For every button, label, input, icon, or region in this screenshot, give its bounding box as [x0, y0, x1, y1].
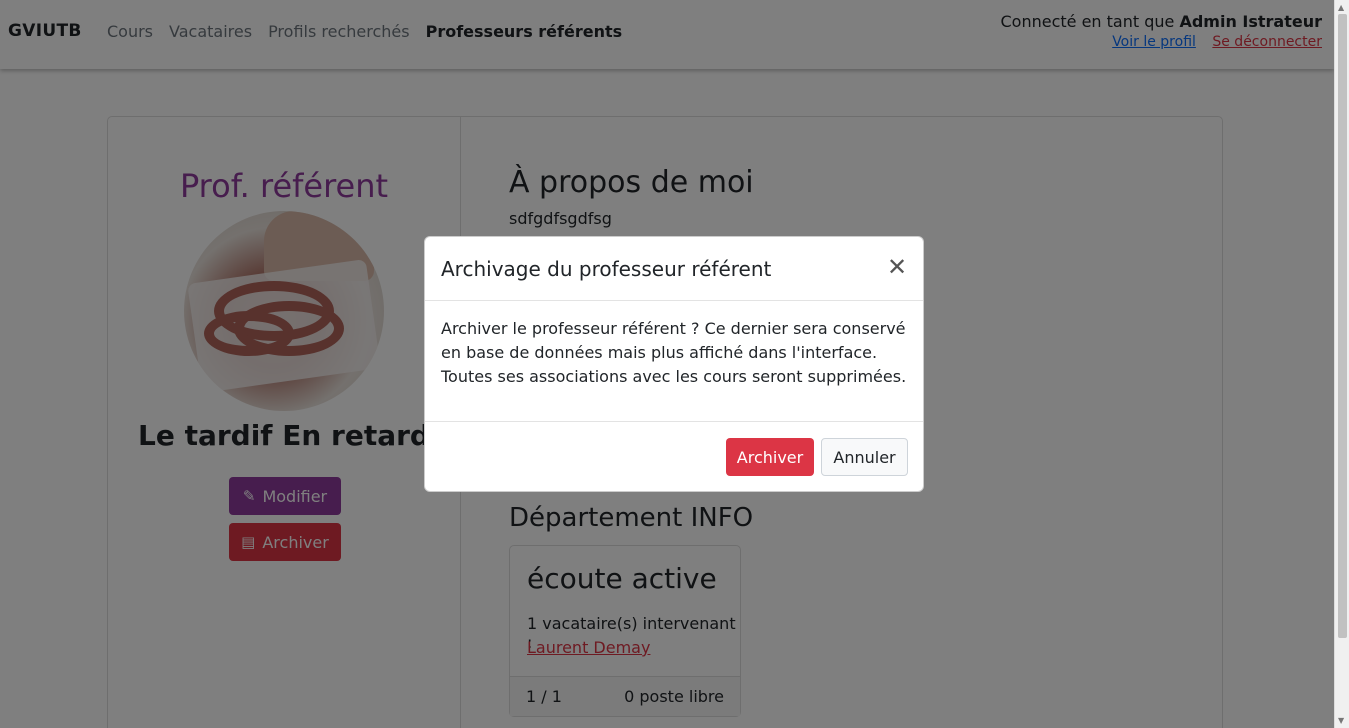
- cancel-button[interactable]: Annuler: [821, 438, 908, 476]
- modal-body: Archiver le professeur référent ? Ce der…: [441, 319, 907, 386]
- scroll-down-icon[interactable]: ▼: [1338, 716, 1344, 725]
- scroll-up-icon[interactable]: ▲: [1338, 3, 1344, 12]
- close-icon[interactable]: ✕: [885, 255, 909, 279]
- scrollbar-thumb[interactable]: [1338, 14, 1347, 638]
- modal-footer: Archiver Annuler: [425, 421, 923, 493]
- modal-title: Archivage du professeur référent: [441, 257, 772, 281]
- archive-modal: Archivage du professeur référent ✕ Archi…: [424, 236, 924, 492]
- confirm-archive-button[interactable]: Archiver: [726, 438, 814, 476]
- modal-header: Archivage du professeur référent ✕: [425, 237, 923, 301]
- scrollbar[interactable]: ▲ ▼: [1334, 0, 1349, 728]
